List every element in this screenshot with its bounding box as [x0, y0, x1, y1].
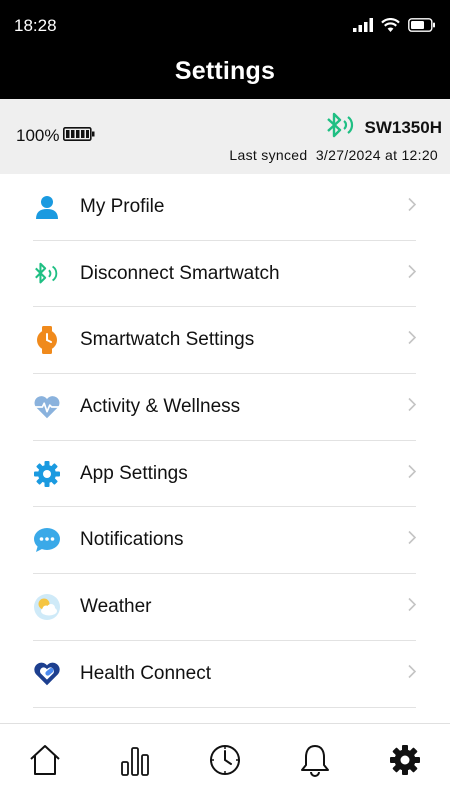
- menu-item-label: Disconnect Smartwatch: [80, 262, 280, 284]
- menu-item-notifications[interactable]: Notifications: [33, 507, 417, 575]
- last-synced-value: 3/27/2024 at 12:20: [315, 147, 438, 163]
- menu-item-health-connect[interactable]: Health Connect: [33, 641, 417, 708]
- menu-item-weather[interactable]: Weather: [33, 574, 417, 641]
- menu-item-label: Weather: [80, 595, 152, 617]
- menu-item-label: App Settings: [80, 462, 188, 484]
- bell-icon: [300, 743, 330, 782]
- last-synced-label: Last synced: [229, 147, 308, 163]
- nav-home[interactable]: [20, 737, 70, 787]
- wifi-icon: [381, 18, 400, 37]
- nav-notifications[interactable]: [290, 737, 340, 787]
- device-connection: SW1350H: [323, 111, 442, 144]
- chevron-right-icon: [408, 464, 417, 483]
- bar-chart-icon: [120, 744, 150, 781]
- heart-pulse-icon: [33, 393, 61, 421]
- menu-item-smartwatch-settings[interactable]: Smartwatch Settings: [33, 307, 417, 375]
- home-icon: [29, 744, 61, 781]
- last-synced: Last synced 3/27/2024 at 12:20: [229, 147, 438, 163]
- menu-item-label: Smartwatch Settings: [80, 329, 255, 351]
- cellular-signal-icon: [353, 18, 373, 37]
- status-icons: [353, 18, 436, 37]
- chevron-right-icon: [408, 264, 417, 283]
- menu-item-disconnect-smartwatch[interactable]: Disconnect Smartwatch: [33, 241, 417, 308]
- device-panel: 100% SW1350H Last synced 3/27/2024 at 12…: [0, 99, 450, 174]
- status-bar: 18:28: [0, 0, 450, 52]
- menu-item-label: My Profile: [80, 195, 165, 217]
- watch-icon: [33, 326, 61, 355]
- status-time: 18:28: [14, 16, 57, 35]
- settings-menu: My Profile Disconnect Smartwatch Smartwa…: [33, 174, 417, 708]
- battery-percent: 100%: [16, 126, 60, 145]
- nav-activity[interactable]: [110, 737, 160, 787]
- nav-watch-faces[interactable]: [200, 737, 250, 787]
- health-connect-icon: [33, 660, 61, 688]
- device-name: SW1350H: [364, 117, 442, 137]
- bluetooth-connected-icon: [323, 111, 357, 144]
- menu-item-app-settings[interactable]: App Settings: [33, 441, 417, 508]
- clock-icon: [209, 744, 241, 781]
- menu-item-my-profile[interactable]: My Profile: [33, 174, 417, 241]
- settings-icon: [389, 744, 421, 781]
- battery-status-icon: [408, 18, 436, 37]
- chevron-right-icon: [408, 597, 417, 616]
- weather-icon: [33, 593, 61, 621]
- chevron-right-icon: [408, 397, 417, 416]
- device-battery-icon: [63, 126, 95, 146]
- bluetooth-icon: [33, 260, 61, 288]
- chevron-right-icon: [408, 197, 417, 216]
- chevron-right-icon: [408, 331, 417, 350]
- page-title: Settings: [174, 57, 276, 85]
- gear-icon: [33, 460, 61, 488]
- menu-item-label: Notifications: [80, 529, 184, 551]
- bottom-nav: [0, 723, 450, 800]
- chevron-right-icon: [408, 664, 417, 683]
- menu-item-label: Health Connect: [80, 662, 211, 684]
- nav-settings[interactable]: [380, 737, 430, 787]
- chat-bubble-icon: [33, 526, 61, 554]
- chevron-right-icon: [408, 531, 417, 550]
- device-battery: 100%: [16, 126, 95, 146]
- profile-icon: [33, 193, 61, 221]
- menu-item-label: Activity & Wellness: [80, 395, 241, 417]
- menu-item-activity-wellness[interactable]: Activity & Wellness: [33, 374, 417, 441]
- page-header: Settings: [0, 52, 450, 99]
